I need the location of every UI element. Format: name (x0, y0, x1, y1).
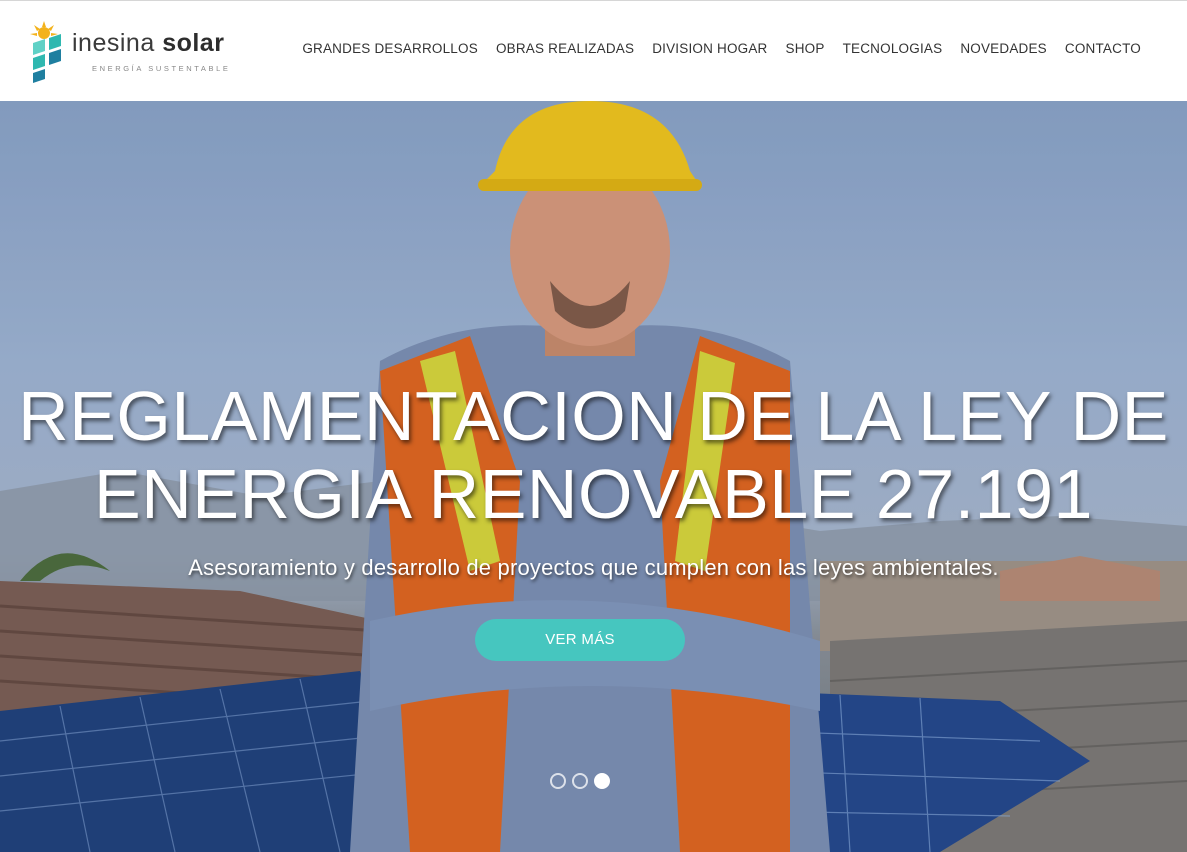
brand-name: inesina solar (72, 29, 224, 58)
slider-dot-1[interactable] (550, 773, 566, 789)
hero-subtitle: Asesoramiento y desarrollo de proyectos … (188, 555, 999, 580)
nav-contacto[interactable]: CONTACTO (1065, 41, 1141, 56)
brand-logo[interactable]: inesina solar ENERGÍA SUSTENTABLE (30, 21, 230, 83)
slider-dot-2[interactable] (572, 773, 588, 789)
brand-name-light: inesina (72, 29, 155, 57)
nav-division-hogar[interactable]: DIVISION HOGAR (652, 41, 767, 56)
slider-dots (550, 773, 610, 789)
hero-slider: REGLAMENTACION DE LA LEY DE ENERGIA RENO… (0, 101, 1187, 852)
nav-novedades[interactable]: NOVEDADES (960, 41, 1047, 56)
main-nav: GRANDES DESARROLLOS OBRAS REALIZADAS DIV… (302, 41, 1141, 56)
nav-grandes-desarrollos[interactable]: GRANDES DESARROLLOS (302, 41, 478, 56)
site-header: inesina solar ENERGÍA SUSTENTABLE GRANDE… (0, 0, 1187, 101)
sun-panel-logo-icon (30, 21, 61, 83)
brand-tagline: ENERGÍA SUSTENTABLE (92, 64, 231, 73)
brand-name-bold: solar (162, 29, 225, 57)
nav-shop[interactable]: SHOP (786, 41, 825, 56)
nav-obras-realizadas[interactable]: OBRAS REALIZADAS (496, 41, 634, 56)
slider-dot-3[interactable] (594, 773, 610, 789)
ver-mas-button[interactable]: VER MÁS (475, 619, 685, 661)
hero-title-line2: ENERGIA RENOVABLE 27.191 (94, 455, 1093, 533)
hero-title: REGLAMENTACION DE LA LEY DE ENERGIA RENO… (0, 377, 1187, 533)
nav-tecnologias[interactable]: TECNOLOGIAS (843, 41, 943, 56)
hero-title-line1: REGLAMENTACION DE LA LEY DE (18, 377, 1169, 455)
